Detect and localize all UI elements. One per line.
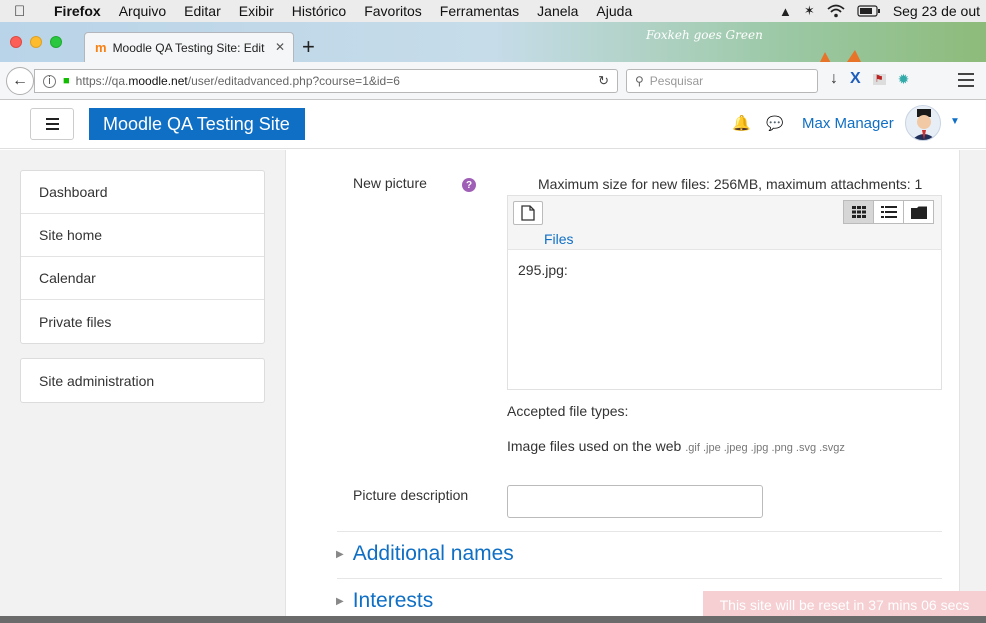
expand-caret-icon: ▶ <box>336 548 344 560</box>
menu-app-name[interactable]: Firefox <box>54 3 101 19</box>
new-picture-label: New picture <box>353 175 427 191</box>
file-view-toggle <box>843 200 934 224</box>
section-title: Interests <box>352 589 434 612</box>
folder-icon <box>910 206 927 219</box>
back-arrow-icon[interactable]: ← <box>6 67 34 95</box>
menu-ferramentas[interactable]: Ferramentas <box>440 3 519 19</box>
grid-view-icon <box>851 206 866 218</box>
browser-menu-icon[interactable] <box>958 73 974 91</box>
apple-icon[interactable]:  <box>14 3 32 20</box>
tab-title: Moodle QA Testing Site: Edit p <box>112 40 267 55</box>
window-zoom-button[interactable] <box>50 36 62 48</box>
moodle-favicon-icon: m <box>95 40 107 55</box>
new-tab-button[interactable]: + <box>302 36 315 58</box>
section-title: Additional names <box>352 542 514 565</box>
section-interests[interactable]: ▶ Interests <box>336 589 433 613</box>
notifications-bell-icon[interactable]: 🔔 <box>732 114 751 132</box>
section-divider <box>337 531 942 532</box>
url-bar[interactable]: i ■ https://qa.moodle.net/user/editadvan… <box>34 69 618 93</box>
background-window-strip <box>0 616 986 623</box>
site-brand[interactable]: Moodle QA Testing Site <box>89 108 305 140</box>
bluetooth-icon[interactable]: ✶ <box>804 3 815 19</box>
expand-caret-icon: ▶ <box>336 595 344 607</box>
picture-description-label: Picture description <box>353 487 469 503</box>
files-breadcrumb-link[interactable]: Files <box>544 231 574 247</box>
main-content-region: New picture ? Maximum size for new files… <box>285 150 960 623</box>
sidebar-item-dashboard[interactable]: Dashboard <box>21 171 264 214</box>
sidebar-item-site-administration[interactable]: Site administration <box>21 359 264 402</box>
site-info-icon[interactable]: i <box>43 74 56 88</box>
avatar-image <box>911 109 937 140</box>
section-divider <box>337 578 942 579</box>
menu-arquivo[interactable]: Arquivo <box>119 3 166 19</box>
add-file-icon <box>521 205 535 221</box>
browser-tab-active[interactable]: m Moodle QA Testing Site: Edit p ✕ <box>84 32 294 62</box>
list-view-icon <box>880 206 897 218</box>
file-item[interactable]: 295.jpg: <box>518 262 568 278</box>
sidebar-item-site-home[interactable]: Site home <box>21 214 264 257</box>
picture-description-input[interactable] <box>507 485 763 518</box>
max-size-info: Maximum size for new files: 256MB, maxim… <box>538 176 923 192</box>
wifi-icon[interactable] <box>827 4 845 18</box>
nav-drawer-admin-block: Site administration <box>20 358 265 403</box>
url-text[interactable]: https://qa.moodle.net/user/editadvanced.… <box>76 74 400 88</box>
url-path: /user/editadvanced.php?course=1&id=6 <box>187 74 400 88</box>
macos-menu-bar:  Firefox Arquivo Editar Exibir Históric… <box>0 0 986 22</box>
user-avatar[interactable] <box>905 105 941 141</box>
window-close-button[interactable] <box>10 36 22 48</box>
file-manager: Files 295.jpg: <box>507 195 942 390</box>
download-icon[interactable]: ↓ <box>830 70 838 88</box>
add-file-button[interactable] <box>513 201 543 225</box>
nav-drawer-main-block: Dashboard Site home Calendar Private fil… <box>20 170 265 344</box>
theme-caption: Foxkeh goes Green <box>646 28 763 42</box>
xmarks-extension-icon[interactable]: X <box>850 70 861 88</box>
menu-historico[interactable]: Histórico <box>292 3 346 19</box>
window-minimize-button[interactable] <box>30 36 42 48</box>
help-question-icon[interactable]: ? <box>462 178 476 192</box>
toolbar-extensions: ↓ X ⚑ ✹ <box>830 70 909 88</box>
sidebar-item-private-files[interactable]: Private files <box>21 300 264 343</box>
user-menu-caret-icon[interactable]: ▼ <box>950 116 960 127</box>
sidebar-item-calendar[interactable]: Calendar <box>21 257 264 300</box>
battery-icon[interactable] <box>857 5 881 17</box>
view-tree-button[interactable] <box>903 200 934 224</box>
reload-icon[interactable]: ↻ <box>598 73 609 89</box>
search-icon: ⚲ <box>635 74 644 88</box>
site-reset-banner: This site will be reset in 37 mins 06 se… <box>703 591 986 618</box>
section-additional-names[interactable]: ▶ Additional names <box>336 542 514 566</box>
search-bar[interactable]: ⚲ Pesquisar <box>626 69 818 93</box>
tab-close-icon[interactable]: ✕ <box>275 40 285 54</box>
menu-ajuda[interactable]: Ajuda <box>596 3 632 19</box>
menu-favoritos[interactable]: Favoritos <box>364 3 422 19</box>
browser-nav-bar: ← i ■ https://qa.moodle.net/user/editadv… <box>0 62 986 100</box>
menubar-status-area: ▲ ✶ Seg 23 de out <box>779 0 980 22</box>
accepted-file-types-label: Accepted file types: <box>507 403 629 419</box>
menu-exibir[interactable]: Exibir <box>239 3 274 19</box>
accepted-file-types-value: Image files used on the web .gif .jpe .j… <box>507 438 845 454</box>
search-placeholder: Pesquisar <box>649 74 704 88</box>
nav-drawer-toggle-button[interactable] <box>30 108 74 140</box>
menu-editar[interactable]: Editar <box>184 3 221 19</box>
drive-icon[interactable]: ▲ <box>779 4 792 19</box>
menu-janela[interactable]: Janela <box>537 3 578 19</box>
extension-gear-icon[interactable]: ✹ <box>898 71 910 88</box>
url-scheme: https://qa. <box>75 74 129 88</box>
url-domain: moodle.net <box>128 74 188 88</box>
accepted-extensions: .gif .jpe .jpeg .jpg .png .svg .svgz <box>685 442 845 454</box>
messages-icon[interactable]: 💬 <box>766 115 783 132</box>
browser-tab-strip: m Moodle QA Testing Site: Edit p ✕ + Fox… <box>0 22 986 122</box>
view-list-button[interactable] <box>873 200 904 224</box>
view-icons-button[interactable] <box>843 200 874 224</box>
nav-drawer: Dashboard Site home Calendar Private fil… <box>20 170 265 403</box>
moodle-navbar: Moodle QA Testing Site 🔔 💬 Max Manager ▼ <box>0 100 986 149</box>
flag-extension-icon[interactable]: ⚑ <box>872 73 886 85</box>
user-menu-name[interactable]: Max Manager <box>802 115 894 132</box>
lock-icon: ■ <box>63 75 70 87</box>
menubar-clock[interactable]: Seg 23 de out <box>893 3 980 19</box>
file-manager-toolbar: Files <box>508 196 941 250</box>
accepted-types-text: Image files used on the web <box>507 438 682 454</box>
